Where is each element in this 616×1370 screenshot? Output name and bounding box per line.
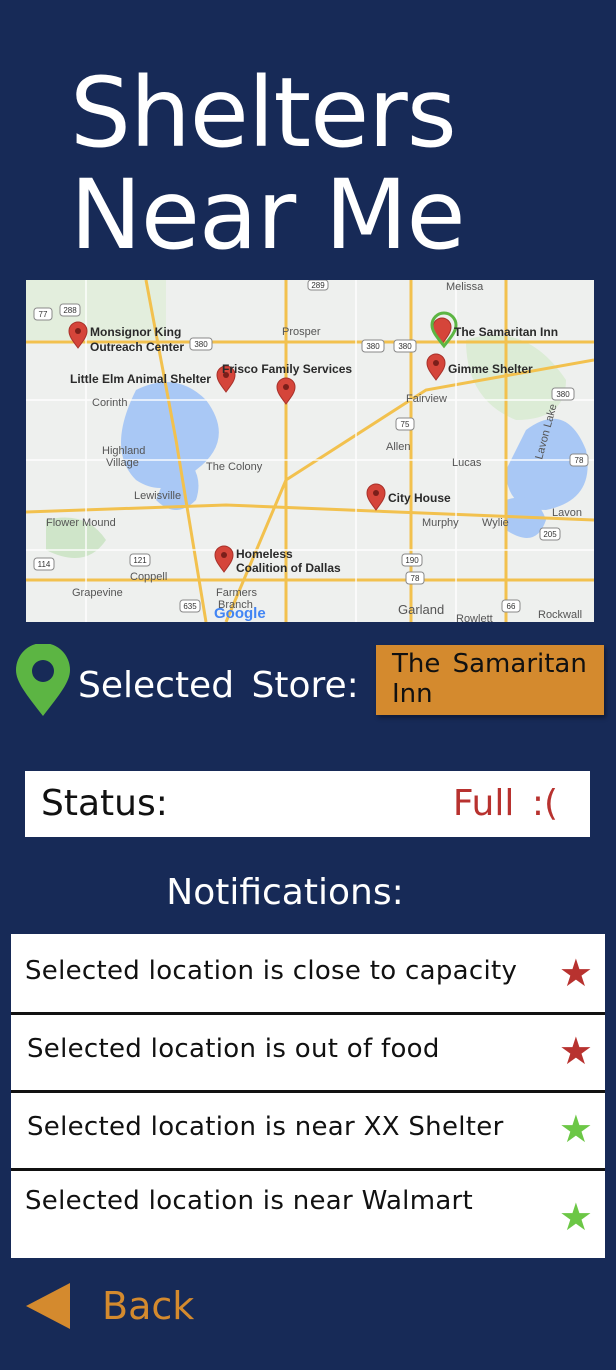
star-icon[interactable]: ★ xyxy=(559,954,593,992)
town-grapevine: Grapevine xyxy=(72,587,123,599)
pin-label-homeless-2: Coalition of Dallas xyxy=(236,561,341,575)
map-pin-homeless-coalition[interactable] xyxy=(214,545,234,573)
route-shield: 121 xyxy=(129,553,151,567)
svg-text:78: 78 xyxy=(411,574,420,583)
svg-text:289: 289 xyxy=(311,281,325,290)
town-coppell: Coppell xyxy=(130,571,167,583)
town-farmers: Farmers xyxy=(216,587,257,599)
route-shield: 380 xyxy=(361,339,385,353)
star-icon[interactable]: ★ xyxy=(559,1110,593,1148)
back-arrow-icon xyxy=(26,1283,70,1329)
notifications-list: Selected location is close to capacity ★… xyxy=(11,934,605,1258)
town-fairview: Fairview xyxy=(406,393,447,405)
svg-text:380: 380 xyxy=(556,390,570,399)
pin-label-monsignor-2: Outreach Center xyxy=(90,340,184,354)
selected-store-row: Selected Store: The Samaritan Inn xyxy=(14,644,614,724)
svg-text:114: 114 xyxy=(38,560,51,569)
map-pin-city-house[interactable] xyxy=(366,483,386,511)
selected-store-value[interactable]: The Samaritan Inn xyxy=(376,645,604,715)
route-shield: 78 xyxy=(405,571,425,585)
pin-label-frisco: Frisco Family Services xyxy=(222,362,352,376)
svg-text:77: 77 xyxy=(39,310,48,319)
town-village: Village xyxy=(106,457,139,469)
svg-text:205: 205 xyxy=(543,530,557,539)
google-logo: Google xyxy=(214,605,266,622)
pin-label-monsignor-1: Monsignor King xyxy=(90,325,181,339)
page-title: Shelters Near Me xyxy=(70,62,466,266)
status-panel: Status: Full :( xyxy=(25,771,590,837)
town-lavon: Lavon xyxy=(552,507,582,519)
town-the-colony: The Colony xyxy=(206,461,263,473)
svg-text:190: 190 xyxy=(405,556,419,565)
route-shield: 66 xyxy=(501,599,521,613)
town-melissa: Melissa xyxy=(446,281,484,293)
town-highland: Highland xyxy=(102,445,145,457)
town-allen: Allen xyxy=(386,441,410,453)
notification-text: Selected location is out of food xyxy=(27,1034,440,1064)
route-shield: 77 xyxy=(33,307,53,321)
route-shield: 289 xyxy=(307,280,329,291)
route-shield: 380 xyxy=(393,339,417,353)
town-rockwall: Rockwall xyxy=(538,609,582,621)
town-wylie: Wylie xyxy=(482,517,509,529)
town-corinth: Corinth xyxy=(92,397,127,409)
town-flower-mound: Flower Mound xyxy=(46,517,116,529)
map-pin-gimme-shelter[interactable] xyxy=(426,353,446,381)
town-prosper: Prosper xyxy=(282,326,321,338)
pin-label-samaritan: The Samaritan Inn xyxy=(454,325,558,339)
notification-text: Selected location is near XX Shelter xyxy=(27,1112,504,1142)
notification-item[interactable]: Selected location is close to capacity ★ xyxy=(11,934,605,1015)
pin-label-city-house: City House xyxy=(388,491,451,505)
svg-text:380: 380 xyxy=(366,342,380,351)
selected-store-label: Selected Store: xyxy=(78,665,359,706)
route-shield: 75 xyxy=(395,417,415,431)
svg-text:635: 635 xyxy=(183,602,197,611)
status-label: Status: xyxy=(41,783,168,824)
notifications-title: Notifications: xyxy=(166,872,404,913)
route-shield: 190 xyxy=(401,553,423,567)
notification-item[interactable]: Selected location is near XX Shelter ★ xyxy=(11,1090,605,1171)
pin-label-little-elm: Little Elm Animal Shelter xyxy=(70,372,211,386)
back-label: Back xyxy=(102,1284,195,1328)
svg-text:121: 121 xyxy=(133,556,147,565)
notification-item[interactable]: Selected location is near Walmart ★ xyxy=(11,1168,605,1258)
notification-text: Selected location is close to capacity xyxy=(25,956,518,986)
town-lewisville: Lewisville xyxy=(134,490,181,502)
svg-text:75: 75 xyxy=(401,420,410,429)
notification-text: Selected location is near Walmart xyxy=(25,1186,474,1216)
location-pin-icon xyxy=(16,644,70,716)
route-shield: 288 xyxy=(59,303,81,317)
status-value: Full :( xyxy=(452,783,558,824)
route-shield: 635 xyxy=(179,599,201,613)
route-shield: 380 xyxy=(189,337,213,351)
pin-label-homeless-1: Homeless xyxy=(236,547,293,561)
route-shield: 114 xyxy=(33,557,55,571)
svg-text:78: 78 xyxy=(575,456,584,465)
svg-text:380: 380 xyxy=(398,342,412,351)
route-shield: 380 xyxy=(551,387,575,401)
town-garland: Garland xyxy=(398,602,444,617)
town-rowlett: Rowlett xyxy=(456,613,493,622)
svg-text:66: 66 xyxy=(507,602,516,611)
title-line-1: Shelters xyxy=(70,57,457,169)
town-murphy: Murphy xyxy=(422,517,459,529)
pin-label-gimme: Gimme Shelter xyxy=(448,362,533,376)
svg-text:380: 380 xyxy=(194,340,208,349)
notification-item[interactable]: Selected location is out of food ★ xyxy=(11,1012,605,1093)
star-icon[interactable]: ★ xyxy=(559,1198,593,1236)
map-pin-monsignor[interactable] xyxy=(68,321,88,349)
title-line-2: Near Me xyxy=(70,159,466,271)
svg-text:288: 288 xyxy=(63,306,77,315)
town-lucas: Lucas xyxy=(452,457,482,469)
back-button[interactable]: Back xyxy=(24,1278,224,1334)
route-shield: 205 xyxy=(539,527,561,541)
route-shield: 78 xyxy=(569,453,589,467)
shelter-map[interactable]: Melissa Prosper Corinth Highland Village… xyxy=(26,280,594,622)
star-icon[interactable]: ★ xyxy=(559,1032,593,1070)
